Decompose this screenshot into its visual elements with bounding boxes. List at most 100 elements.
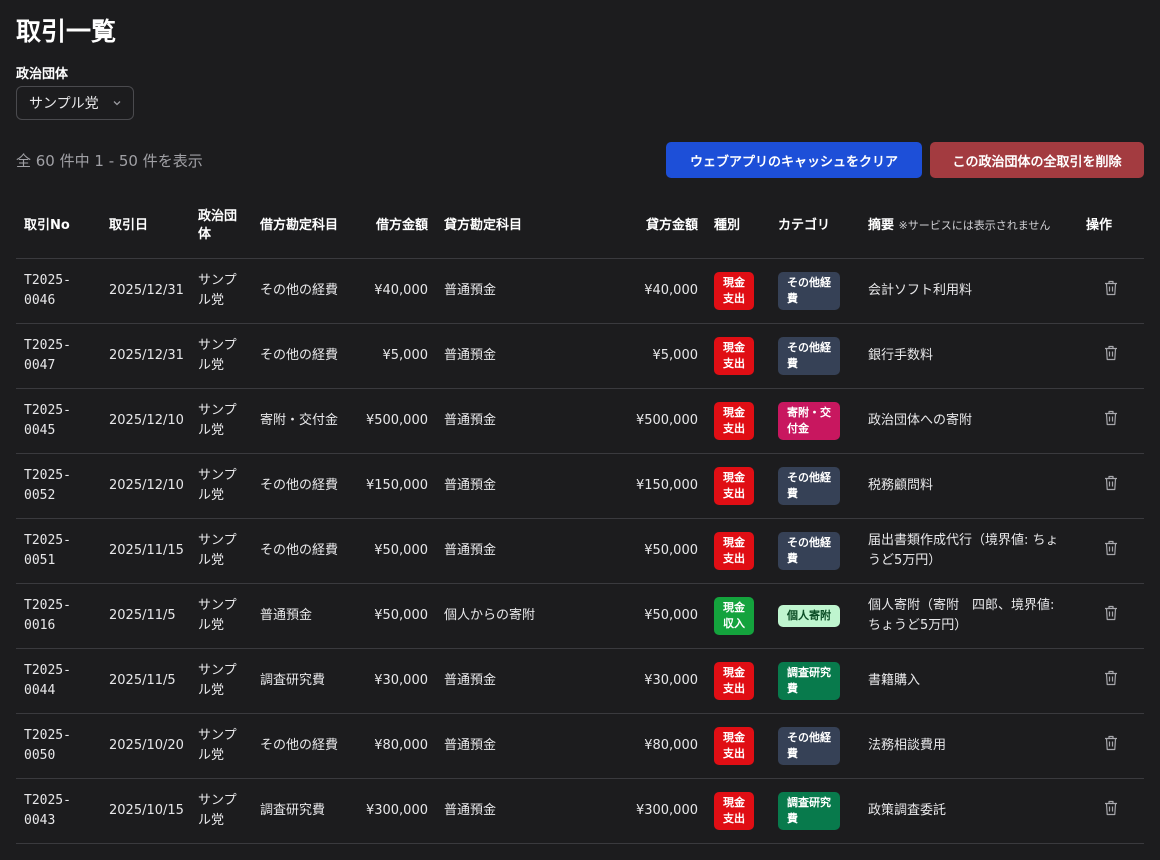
col-header-credit-account: 貸方勘定科目 [444,218,523,233]
cell-debit-amount: ¥30,000 [374,673,428,688]
result-count: 全 60 件中 1 - 50 件を表示 [16,152,203,170]
cell-credit-amount: ¥50,000 [644,608,698,623]
cell-category: その他経費 [770,259,860,324]
cell-credit-amount: ¥150,000 [635,478,698,493]
cell-category: 調査研究費 [770,649,860,714]
table-row: T2025- 0052 2025/12/10 サンプル党 その他の経費 ¥150,000 普… [16,454,1144,519]
cell-credit-account: 普通預金 [444,283,497,298]
trash-icon[interactable] [1102,799,1120,817]
category-badge: その他経費 [778,272,840,310]
cell-no: T2025- 0046 [24,273,71,308]
cell-date: 2025/12/10 [109,478,184,493]
type-badge: 現金 支出 [714,272,754,310]
category-badge: 個人寄附 [778,605,840,627]
org-select[interactable]: サンプル党 [16,86,134,120]
cell-debit-account: その他の経費 [260,348,339,363]
cell-debit-amount: ¥300,000 [365,803,428,818]
cell-credit-account: 個人からの寄附 [444,608,536,623]
cell-type: 現金 支出 [706,259,770,324]
type-badge: 現金 支出 [714,467,754,505]
cell-actions [1078,519,1144,584]
cell-summary: 税務顧問料 [868,478,934,493]
table-row: T2025- 0043 2025/10/15 サンプル党 調査研究費 ¥300,000 普通… [16,779,1144,844]
org-select-value: サンプル党 [29,96,99,112]
cell-category: 寄附・交 付金 [770,389,860,454]
cell-credit-account: 普通預金 [444,673,497,688]
cell-type: 現金 支出 [706,389,770,454]
trash-icon[interactable] [1102,409,1120,427]
clear-cache-button[interactable]: ウェブアプリのキャッシュをクリア [666,142,922,178]
summary-header-note: ※サービスには表示されません [898,219,1051,232]
cell-summary: 政治団体への寄附 [868,413,973,428]
delete-all-button[interactable]: この政治団体の全取引を削除 [930,142,1144,178]
trash-icon[interactable] [1102,344,1120,362]
cell-credit-account: 普通預金 [444,803,497,818]
cell-type: 現金 支出 [706,454,770,519]
cell-org: サンプル党 [198,533,237,568]
cell-debit-account: その他の経費 [260,478,339,493]
cell-debit-amount: ¥50,000 [374,543,428,558]
chevron-down-icon [111,97,123,109]
table-body: T2025- 0046 2025/12/31 サンプル党 その他の経費 ¥40,000 普通… [16,259,1144,844]
cell-summary: 会計ソフト利用料 [868,283,973,298]
cell-summary: 法務相談費用 [868,738,947,753]
type-badge: 現金 支出 [714,337,754,375]
cell-date: 2025/10/15 [109,803,184,818]
category-badge: 寄附・交 付金 [778,402,840,440]
cell-no: T2025- 0045 [24,403,71,438]
table-row: T2025- 0046 2025/12/31 サンプル党 その他の経費 ¥40,000 普通… [16,259,1144,324]
category-badge: 調査研究費 [778,792,840,830]
trash-icon[interactable] [1102,604,1120,622]
table-row: T2025- 0044 2025/11/5 サンプル党 調査研究費 ¥30,000 普通預金… [16,649,1144,714]
cell-actions [1078,779,1144,844]
cell-date: 2025/12/10 [109,413,184,428]
cell-type: 現金 支出 [706,714,770,779]
col-header-category: カテゴリ [778,218,831,233]
cell-credit-amount: ¥30,000 [644,673,698,688]
trash-icon[interactable] [1102,539,1120,557]
cell-actions [1078,584,1144,649]
cell-date: 2025/11/15 [109,543,184,558]
trash-icon[interactable] [1102,669,1120,687]
cell-debit-account: その他の経費 [260,738,339,753]
trash-icon[interactable] [1102,279,1120,297]
col-header-type: 種別 [714,218,741,233]
cell-credit-amount: ¥500,000 [635,413,698,428]
col-header-actions: 操作 [1086,218,1113,233]
type-badge: 現金 支出 [714,532,754,570]
cell-no: T2025- 0044 [24,663,71,698]
col-header-org: 政治団体 [198,209,238,242]
col-header-no: 取引No [24,218,70,233]
cell-actions [1078,649,1144,714]
col-header-summary: 摘要 ※サービスには表示されません [860,194,1078,259]
cell-summary: 銀行手数料 [868,348,934,363]
table-row: T2025- 0051 2025/11/15 サンプル党 その他の経費 ¥50,000 普通… [16,519,1144,584]
cell-actions [1078,259,1144,324]
table-row: T2025- 0016 2025/11/5 サンプル党 普通預金 ¥50,000 個人からの… [16,584,1144,649]
cell-actions [1078,324,1144,389]
table-header-row: 取引No 取引日 政治団体 借方勘定科目 借方金額 貸方勘定科目 貸方金額 種別… [16,194,1144,259]
cell-no: T2025- 0043 [24,793,71,828]
cell-summary: 届出書類作成代行（境界値: ちょうど5万円） [868,533,1059,568]
cell-org: サンプル党 [198,468,237,503]
cell-org: サンプル党 [198,793,237,828]
cell-type: 現金 支出 [706,649,770,714]
category-badge: その他経費 [778,467,840,505]
cell-no: T2025- 0051 [24,533,71,568]
cell-debit-account: 調査研究費 [260,803,326,818]
cell-date: 2025/12/31 [109,348,184,363]
cell-debit-amount: ¥80,000 [374,738,428,753]
trash-icon[interactable] [1102,474,1120,492]
type-badge: 現金 支出 [714,792,754,830]
cell-category: 個人寄附 [770,584,860,649]
cell-debit-account: 寄附・交付金 [260,413,339,428]
category-badge: その他経費 [778,727,840,765]
table-row: T2025- 0047 2025/12/31 サンプル党 その他の経費 ¥5,000 普通預… [16,324,1144,389]
cell-category: その他経費 [770,714,860,779]
cell-no: T2025- 0052 [24,468,71,503]
trash-icon[interactable] [1102,734,1120,752]
cell-debit-amount: ¥500,000 [365,413,428,428]
cell-credit-account: 普通預金 [444,348,497,363]
cell-org: サンプル党 [198,403,237,438]
cell-summary: 個人寄附（寄附 四郎、境界値: ちょうど5万円） [868,598,1055,633]
